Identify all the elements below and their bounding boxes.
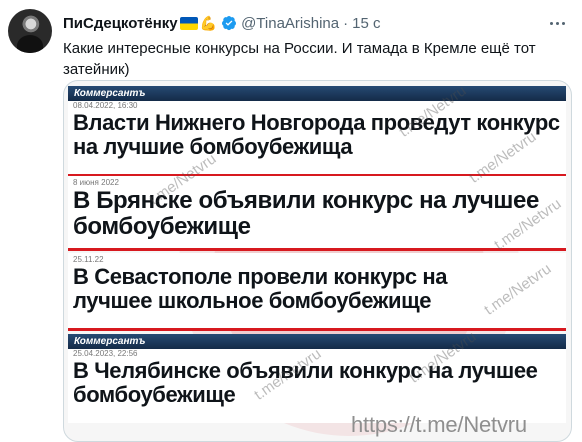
verified-icon: [222, 16, 237, 31]
tweet-time[interactable]: 15 с: [352, 15, 380, 32]
tweet-media-image[interactable]: Коммерсантъ 08.04.2022, 16:30 Власти Ниж…: [63, 80, 572, 442]
url-watermark: https://t.me/Netvru: [351, 412, 527, 437]
kommersant-brand-bar: Коммерсантъ: [68, 86, 566, 101]
tweet-header: ПиСдецкотёнку 💪 @TinaArishina · 15 с: [63, 13, 380, 33]
headline-card-3: 25.11.22 В Севастополе провели конкурс н…: [68, 253, 566, 331]
headline-text: В Брянске объявили конкурс на лучшее бом…: [73, 187, 539, 240]
headline-text: В Севастополе провели конкурс на лучшее …: [73, 264, 448, 313]
headline-text: Власти Нижнего Новгорода проведут конкур…: [73, 110, 560, 159]
headline-card-1: Коммерсантъ 08.04.2022, 16:30 Власти Ниж…: [68, 86, 566, 177]
author-handle[interactable]: @TinaArishina: [241, 15, 339, 32]
author-name[interactable]: ПиСдецкотёнку: [63, 15, 178, 32]
headline-card-4: Коммерсантъ 25.04.2023, 22:56 В Челябинс…: [68, 334, 566, 423]
ukraine-flag-icon: [179, 16, 198, 30]
separator-dot: ·: [343, 14, 349, 32]
more-icon[interactable]: [545, 13, 569, 33]
avatar[interactable]: [8, 9, 52, 53]
tweet-text: Какие интересные конкурсы на России. И т…: [63, 40, 536, 78]
flexed-biceps-icon: 💪: [199, 14, 218, 31]
kommersant-brand-bar: Коммерсантъ: [68, 334, 566, 349]
headline-text: В Челябинске объявили конкурс на лучшее …: [73, 358, 538, 407]
headline-card-2: 8 июня 2022 В Брянске объявили конкурс н…: [68, 176, 566, 251]
